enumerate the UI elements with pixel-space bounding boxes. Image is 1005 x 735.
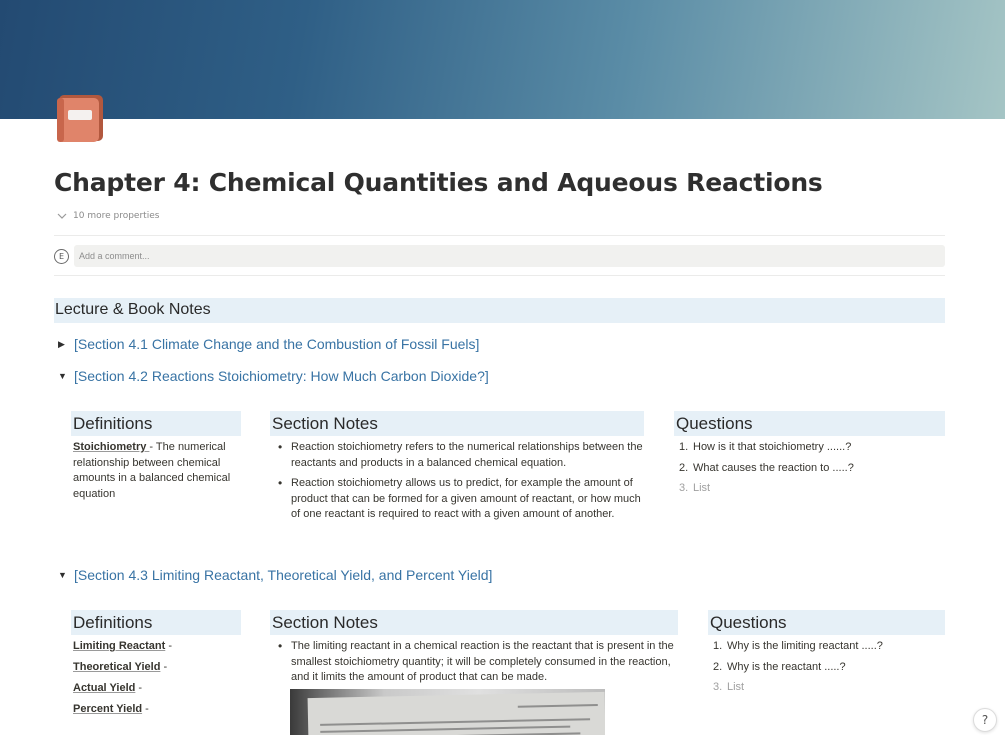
chevron-down-icon: [57, 213, 67, 219]
questions-heading: Questions: [674, 411, 945, 436]
list-number: 3.: [713, 681, 723, 693]
toggle-section-4-2[interactable]: ▼ [Section 4.2 Reactions Stoichiometry: …: [58, 368, 489, 384]
definition-term[interactable]: Actual Yield: [73, 682, 135, 694]
definition-item: Percent Yield -: [73, 703, 241, 724]
definition-item: Theoretical Yield -: [73, 661, 241, 682]
question-text: Why is the reactant .....?: [727, 660, 846, 673]
text-line: [320, 725, 571, 733]
definitions-heading: Definitions: [71, 411, 241, 436]
toggle-section-4-3[interactable]: ▼ [Section 4.3 Limiting Reactant, Theore…: [58, 567, 492, 583]
list-item: 2. What causes the reaction to .....?: [675, 461, 945, 476]
text-line: [517, 704, 598, 708]
section-title[interactable]: [Section 4.3 Limiting Reactant, Theoreti…: [74, 567, 492, 583]
toggle-expanded-icon[interactable]: ▼: [58, 570, 67, 580]
definition-dash: -: [142, 703, 149, 715]
list-item: 3. List: [709, 680, 945, 695]
list-number: 2.: [713, 660, 723, 673]
list-number: 1.: [713, 640, 723, 652]
textbook-page: [307, 691, 605, 735]
comment-input[interactable]: Add a comment...: [74, 245, 945, 267]
page-title[interactable]: Chapter 4: Chemical Quantities and Aqueo…: [54, 168, 823, 197]
more-properties-toggle[interactable]: 10 more properties: [57, 211, 159, 221]
definition-term[interactable]: Theoretical Yield: [73, 661, 160, 673]
definitions-list: Limiting Reactant - Theoretical Yield - …: [73, 640, 241, 724]
section-title[interactable]: [Section 4.2 Reactions Stoichiometry: Ho…: [74, 368, 489, 384]
definition-term[interactable]: Limiting Reactant: [73, 640, 165, 652]
help-button[interactable]: ?: [973, 708, 997, 732]
list-number: 1.: [679, 441, 689, 453]
question-text: List: [727, 681, 745, 693]
definition-item: Actual Yield -: [73, 682, 241, 703]
section-notes-heading: Section Notes: [270, 610, 678, 635]
list-item: Reaction stoichiometry refers to the num…: [272, 440, 644, 471]
page-cover-image[interactable]: [0, 0, 1005, 119]
toggle-collapsed-icon[interactable]: ▶: [58, 339, 66, 350]
section-title[interactable]: [Section 4.1 Climate Change and the Comb…: [74, 336, 479, 352]
divider: [54, 275, 945, 276]
lecture-notes-heading: Lecture & Book Notes: [54, 298, 945, 323]
definition-term[interactable]: Percent Yield: [73, 703, 142, 715]
textbook-photo[interactable]: [290, 689, 605, 735]
definition-term[interactable]: Stoichiometry: [73, 441, 149, 453]
questions-heading: Questions: [708, 610, 945, 635]
question-text: List: [693, 482, 711, 494]
list-item: 2. Why is the reactant .....?: [709, 660, 945, 675]
text-line: [320, 718, 591, 726]
definition-item: Limiting Reactant -: [73, 640, 241, 661]
comment-row: E Add a comment...: [54, 244, 945, 268]
question-text: How is it that stoichiometry ......?: [693, 441, 852, 453]
toggle-expanded-icon[interactable]: ▼: [58, 371, 67, 381]
book-icon[interactable]: [55, 92, 107, 144]
list-item: 1. Why is the limiting reactant .....?: [709, 639, 945, 654]
list-item: 1. How is it that stoichiometry ......?: [675, 440, 945, 455]
question-text: Why is the limiting reactant .....?: [727, 640, 883, 652]
list-number: 3.: [679, 482, 689, 494]
questions-list: 1. Why is the limiting reactant .....? 2.…: [709, 639, 945, 701]
section-notes-heading: Section Notes: [270, 411, 644, 436]
avatar: E: [54, 248, 69, 264]
question-text: What causes the reaction to .....?: [693, 461, 854, 474]
definition-dash: -: [135, 682, 143, 694]
definitions-heading: Definitions: [71, 610, 241, 635]
section-notes-list: The limiting reactant in a chemical reac…: [272, 639, 678, 691]
section-notes-list: Reaction stoichiometry refers to the num…: [272, 440, 644, 528]
list-item: The limiting reactant in a chemical reac…: [272, 639, 678, 686]
more-properties-label: 10 more properties: [73, 211, 160, 221]
definition-item: Stoichiometry - The numerical relationsh…: [73, 440, 241, 502]
list-number: 2.: [679, 461, 689, 474]
definition-dash: -: [160, 661, 168, 673]
list-item: Reaction stoichiometry allows us to pred…: [272, 476, 644, 523]
definition-dash: -: [165, 640, 173, 652]
divider: [54, 235, 945, 236]
questions-list: 1. How is it that stoichiometry ......? 2…: [675, 440, 945, 502]
list-item: 3. List: [675, 481, 945, 496]
toggle-section-4-1[interactable]: ▶ [Section 4.1 Climate Change and the Co…: [58, 336, 479, 352]
